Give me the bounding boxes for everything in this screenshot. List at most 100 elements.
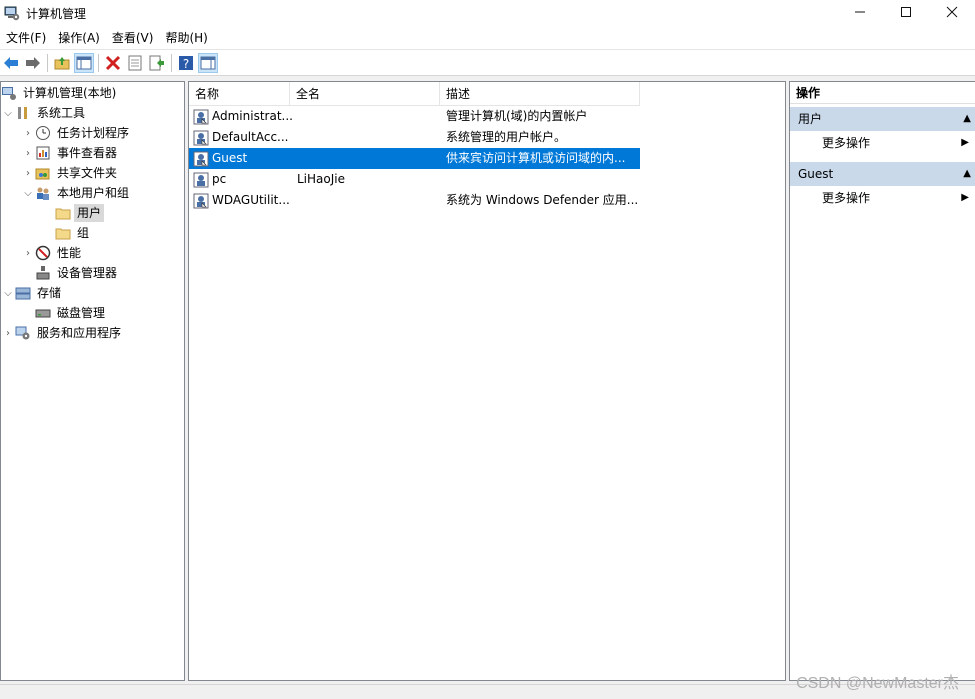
user-icon [193, 109, 209, 124]
show-hide-console-tree-button[interactable] [74, 52, 94, 73]
user-row-defaultaccount[interactable]: DefaultAcc... 系统管理的用户帐户。 [189, 127, 640, 148]
tree-shared-folders[interactable]: › 共享文件夹 [21, 163, 120, 183]
user-name: WDAGUtilit... [212, 193, 290, 207]
tree-services-apps[interactable]: › 服务和应用程序 [1, 323, 124, 343]
actions-section-guest[interactable]: Guest ▲ [790, 162, 975, 186]
cell-fullname [292, 148, 442, 169]
user-row-guest[interactable]: Guest 供来宾访问计算机或访问域的内... [189, 148, 640, 169]
cell-description [442, 169, 640, 190]
event-viewer-icon [35, 145, 51, 161]
chevron-right-icon[interactable]: › [21, 123, 35, 143]
delete-button[interactable] [103, 53, 123, 73]
collapse-up-icon[interactable]: ▲ [963, 162, 971, 186]
actions-pane: 操作 用户 ▲ 更多操作 ▶ Guest ▲ 更多操作 ▶ [789, 81, 975, 681]
tree-label: 任务计划程序 [57, 126, 130, 140]
watermark: CSDN @NewMaster杰 [796, 675, 959, 692]
more-actions-guest[interactable]: 更多操作 ▶ [790, 186, 975, 210]
performance-icon [35, 245, 51, 261]
tree-label: 用户 [74, 204, 105, 222]
cell-name: DefaultAcc... [189, 127, 292, 148]
tree-performance[interactable]: › 性能 [21, 243, 84, 263]
cell-name: pc [189, 169, 292, 190]
list-header: 名称 全名 描述 [189, 82, 640, 106]
chevron-right-icon[interactable]: › [21, 143, 35, 163]
cell-fullname [292, 127, 442, 148]
tree-label: 服务和应用程序 [37, 326, 122, 340]
chevron-right-icon[interactable]: › [21, 163, 35, 183]
cell-name: Guest [189, 148, 292, 169]
menu-view[interactable]: 查看(V) [108, 28, 158, 48]
cell-fullname [292, 190, 442, 211]
tree-disk-management[interactable]: 磁盘管理 [35, 303, 108, 323]
toolbar-separator [47, 53, 48, 72]
user-row-wdagutility[interactable]: WDAGUtilit... 系统为 Windows Defender 应用... [189, 190, 640, 211]
device-manager-icon [35, 265, 51, 281]
column-header-description[interactable]: 描述 [440, 82, 640, 106]
menu-bar: 文件(F) 操作(A) 查看(V) 帮助(H) [0, 26, 975, 50]
up-level-button[interactable] [52, 53, 72, 73]
tree-users[interactable]: 用户 [55, 203, 105, 223]
more-actions-users[interactable]: 更多操作 ▶ [790, 131, 975, 155]
computer-management-window: 计算机管理 文件(F) 操作(A) 查看(V) 帮助(H) ? 计算机管理(本地… [0, 0, 975, 699]
menu-help[interactable]: 帮助(H) [161, 28, 211, 48]
tree-local-users-groups[interactable]: ⌵ 本地用户和组 [21, 183, 132, 203]
user-row-administrator[interactable]: Administrat... 管理计算机(域)的内置帐户 [189, 106, 640, 127]
tree-storage[interactable]: ⌵ 存储 [1, 283, 64, 303]
column-header-name[interactable]: 名称 [189, 82, 290, 106]
tree-device-manager[interactable]: 设备管理器 [35, 263, 120, 283]
cell-name: Administrat... [189, 106, 292, 127]
cell-name: WDAGUtilit... [189, 190, 292, 211]
properties-button[interactable] [125, 53, 145, 73]
maximize-button[interactable] [883, 0, 929, 24]
storage-icon [15, 285, 31, 301]
show-hide-action-pane-button[interactable] [198, 52, 218, 73]
tree-groups[interactable]: 组 [55, 223, 92, 243]
submenu-arrow-icon: ▶ [961, 192, 969, 203]
menu-file[interactable]: 文件(F) [2, 28, 50, 48]
users-group-icon [35, 185, 51, 201]
toolbar: ? [0, 50, 975, 76]
folder-icon [55, 225, 71, 241]
menu-action[interactable]: 操作(A) [54, 28, 104, 48]
tree-label: 存储 [37, 286, 62, 300]
actions-section-users[interactable]: 用户 ▲ [790, 107, 975, 131]
users-list-pane[interactable]: 名称 全名 描述 Administrat... 管理计算机(域)的内置帐户 De… [188, 81, 786, 681]
actions-title: 操作 [790, 82, 975, 104]
cell-description: 供来宾访问计算机或访问域的内... [446, 151, 626, 165]
tree-system-tools[interactable]: ⌵ 系统工具 [1, 103, 88, 123]
chevron-right-icon[interactable]: › [1, 323, 15, 343]
tree-label: 共享文件夹 [57, 166, 118, 180]
collapse-up-icon[interactable]: ▲ [963, 107, 971, 131]
back-button[interactable] [1, 53, 21, 73]
user-row-pc[interactable]: pc LiHaoJie [189, 169, 640, 190]
computer-management-icon [1, 85, 17, 101]
window-title: 计算机管理 [26, 6, 87, 21]
tree-label: 磁盘管理 [57, 306, 106, 320]
svg-text:?: ? [183, 57, 189, 71]
cell-description: 管理计算机(域)的内置帐户 [446, 109, 588, 123]
forward-button[interactable] [23, 53, 43, 73]
chevron-down-icon[interactable]: ⌵ [21, 183, 35, 203]
tree-label: 设备管理器 [57, 266, 118, 280]
title-bar[interactable]: 计算机管理 [0, 0, 975, 26]
folder-icon [55, 205, 71, 221]
column-header-fullname[interactable]: 全名 [290, 82, 440, 106]
minimize-button[interactable] [837, 0, 883, 24]
computer-management-icon [4, 6, 20, 21]
help-button[interactable]: ? [176, 53, 196, 73]
user-name: Administrat... [212, 109, 292, 123]
close-button[interactable] [929, 0, 975, 24]
tree-root[interactable]: 计算机管理(本地) [1, 83, 119, 103]
delete-x-icon [105, 55, 121, 70]
tree-label: 计算机管理(本地) [23, 86, 117, 100]
export-list-button[interactable] [147, 53, 167, 73]
folder-up-icon [54, 56, 70, 69]
console-tree-pane[interactable]: 计算机管理(本地) ⌵ 系统工具 › 任务计划程序 › 事件查看器 › 共享文件… [0, 81, 185, 681]
chevron-down-icon[interactable]: ⌵ [1, 283, 15, 303]
toolbar-separator [98, 53, 99, 72]
shared-folder-icon [35, 165, 51, 181]
tree-task-scheduler[interactable]: › 任务计划程序 [21, 123, 132, 143]
chevron-right-icon[interactable]: › [21, 243, 35, 263]
chevron-down-icon[interactable]: ⌵ [1, 103, 15, 123]
tree-event-viewer[interactable]: › 事件查看器 [21, 143, 120, 163]
